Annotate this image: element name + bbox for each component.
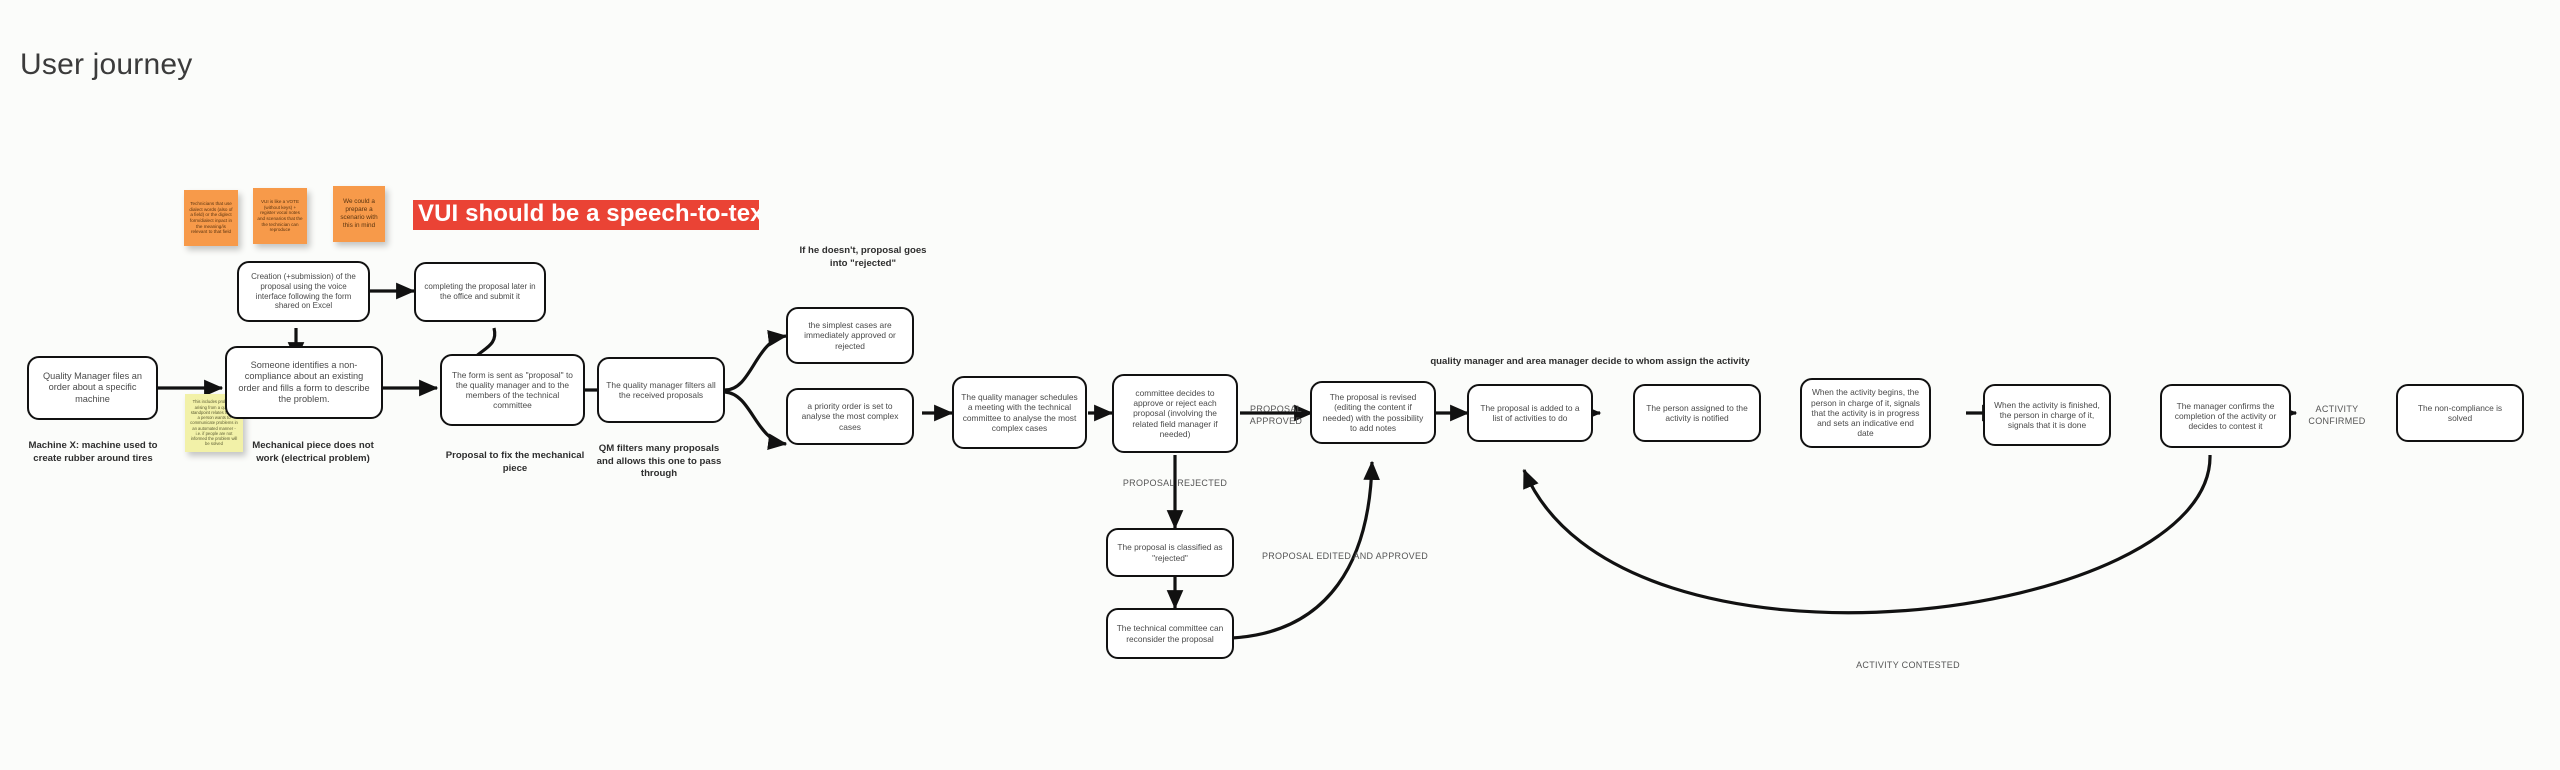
node-label: When the activity begins, the person in … bbox=[1811, 387, 1920, 439]
node-proposal-revised[interactable]: The proposal is revised (editing the con… bbox=[1310, 381, 1436, 444]
node-label: The quality manager filters all the rece… bbox=[606, 379, 716, 400]
caption-text: If he doesn't, proposal goes into "rejec… bbox=[799, 245, 927, 269]
caption-if-he-doesnt: If he doesn't, proposal goes into "rejec… bbox=[790, 245, 936, 270]
node-committee-reconsider[interactable]: The technical committee can reconsider t… bbox=[1106, 608, 1234, 659]
diagram-canvas: User journey Technicians that use dialec… bbox=[0, 0, 2560, 770]
caption-text: QM filters many proposals and allows thi… bbox=[596, 443, 722, 480]
sticky-note-text: VUI is like a VOTE (without keys) + regi… bbox=[257, 198, 303, 233]
caption-qm-filters: QM filters many proposals and allows thi… bbox=[595, 443, 723, 481]
edge-label-text: PROPOSAL REJECTED bbox=[1122, 478, 1228, 488]
sticky-note-vui-vs-vote[interactable]: VUI is like a VOTE (without keys) + regi… bbox=[253, 188, 307, 244]
node-label: The technical committee can reconsider t… bbox=[1116, 623, 1224, 644]
vui-banner-text: VUI should be a speech-to-text convert bbox=[418, 200, 759, 227]
node-label: Quality Manager files an order about a s… bbox=[42, 371, 143, 404]
caption-mechanical-piece: Mechanical piece does not work (electric… bbox=[243, 440, 383, 465]
sticky-note-text: Technicians that use dialect words (also… bbox=[189, 200, 233, 235]
node-manager-confirms[interactable]: The manager confirms the completion of t… bbox=[2160, 384, 2291, 448]
node-label: The non-compliance is solved bbox=[2417, 402, 2503, 423]
node-label: The form is sent as "proposal" to the qu… bbox=[452, 369, 573, 411]
sticky-note-text: We could a prepare a scenario with this … bbox=[340, 198, 378, 229]
node-classified-rejected[interactable]: The proposal is classified as "rejected" bbox=[1106, 528, 1234, 577]
node-qm-schedules-meeting[interactable]: The quality manager schedules a meeting … bbox=[952, 376, 1087, 449]
node-label: The manager confirms the completion of t… bbox=[2174, 400, 2277, 432]
node-person-notified[interactable]: The person assigned to the activity is n… bbox=[1633, 384, 1761, 442]
node-label: Creation (+submission) of the proposal u… bbox=[251, 272, 356, 311]
node-label: The proposal is added to a list of activ… bbox=[1480, 402, 1580, 423]
node-label: completing the proposal later in the off… bbox=[424, 282, 536, 301]
node-form-sent-proposal[interactable]: The form is sent as "proposal" to the qu… bbox=[440, 354, 585, 426]
vui-banner: VUI should be a speech-to-text convert bbox=[413, 200, 759, 230]
caption-text: Proposal to fix the mechanical piece bbox=[445, 450, 585, 474]
node-qm-filters-proposals[interactable]: The quality manager filters all the rece… bbox=[597, 357, 725, 423]
node-completing-proposal[interactable]: completing the proposal later in the off… bbox=[414, 262, 546, 322]
caption-text: Machine X: machine used to create rubber… bbox=[28, 440, 158, 464]
node-activity-finished[interactable]: When the activity is finished, the perso… bbox=[1983, 384, 2111, 446]
node-label: The person assigned to the activity is n… bbox=[1646, 402, 1748, 423]
node-label: When the activity is finished, the perso… bbox=[1994, 399, 2100, 431]
node-label: The quality manager schedules a meeting … bbox=[961, 392, 1078, 433]
node-activity-begins[interactable]: When the activity begins, the person in … bbox=[1800, 378, 1931, 448]
edge-label-proposal-approved: PROPOSAL APPROVED bbox=[1238, 404, 1314, 427]
caption-machine-x: Machine X: machine used to create rubber… bbox=[23, 440, 163, 465]
caption-text: Mechanical piece does not work (electric… bbox=[252, 440, 374, 464]
caption-text: quality manager and area manager decide … bbox=[1430, 356, 1750, 367]
edge-label-proposal-edited-approved: PROPOSAL EDITED AND APPROVED bbox=[1245, 551, 1445, 563]
node-creation-proposal[interactable]: Creation (+submission) of the proposal u… bbox=[237, 261, 370, 322]
node-added-to-list[interactable]: The proposal is added to a list of activ… bbox=[1467, 384, 1593, 442]
caption-assign-activity: quality manager and area manager decide … bbox=[1380, 356, 1800, 369]
edge-label-text: ACTIVITY CONFIRMED bbox=[2308, 404, 2366, 426]
caption-proposal-fix: Proposal to fix the mechanical piece bbox=[445, 450, 585, 475]
edge-label-proposal-rejected: PROPOSAL REJECTED bbox=[1110, 478, 1240, 490]
edge-label-activity-confirmed: ACTIVITY CONFIRMED bbox=[2294, 404, 2380, 427]
node-label: Someone identifies a non-compliance abou… bbox=[238, 360, 370, 404]
node-priority-order[interactable]: a priority order is set to analyse the m… bbox=[786, 388, 914, 445]
node-label: the simplest cases are immediately appro… bbox=[804, 320, 896, 351]
node-label: The proposal is classified as "rejected" bbox=[1117, 542, 1223, 563]
node-simplest-cases[interactable]: the simplest cases are immediately appro… bbox=[786, 307, 914, 364]
node-committee-decides[interactable]: committee decides to approve or reject e… bbox=[1112, 374, 1238, 453]
edge-label-text: PROPOSAL APPROVED bbox=[1249, 404, 1303, 426]
node-noncompliance-solved[interactable]: The non-compliance is solved bbox=[2396, 384, 2524, 442]
page-title: User journey bbox=[20, 48, 193, 81]
edge-label-activity-contested: ACTIVITY CONTESTED bbox=[1833, 660, 1983, 672]
node-identify-noncompliance[interactable]: Someone identifies a non-compliance abou… bbox=[225, 346, 383, 419]
node-quality-manager-order[interactable]: Quality Manager files an order about a s… bbox=[27, 356, 158, 420]
node-label: The proposal is revised (editing the con… bbox=[1322, 392, 1424, 433]
sticky-note-technicians[interactable]: Technicians that use dialect words (also… bbox=[184, 190, 238, 246]
node-label: a priority order is set to analyse the m… bbox=[801, 401, 899, 432]
edge-label-text: PROPOSAL EDITED AND APPROVED bbox=[1261, 551, 1429, 561]
edge-label-text: ACTIVITY CONTESTED bbox=[1856, 660, 1960, 670]
node-label: committee decides to approve or reject e… bbox=[1132, 387, 1218, 439]
sticky-note-scenario[interactable]: We could a prepare a scenario with this … bbox=[333, 186, 385, 242]
